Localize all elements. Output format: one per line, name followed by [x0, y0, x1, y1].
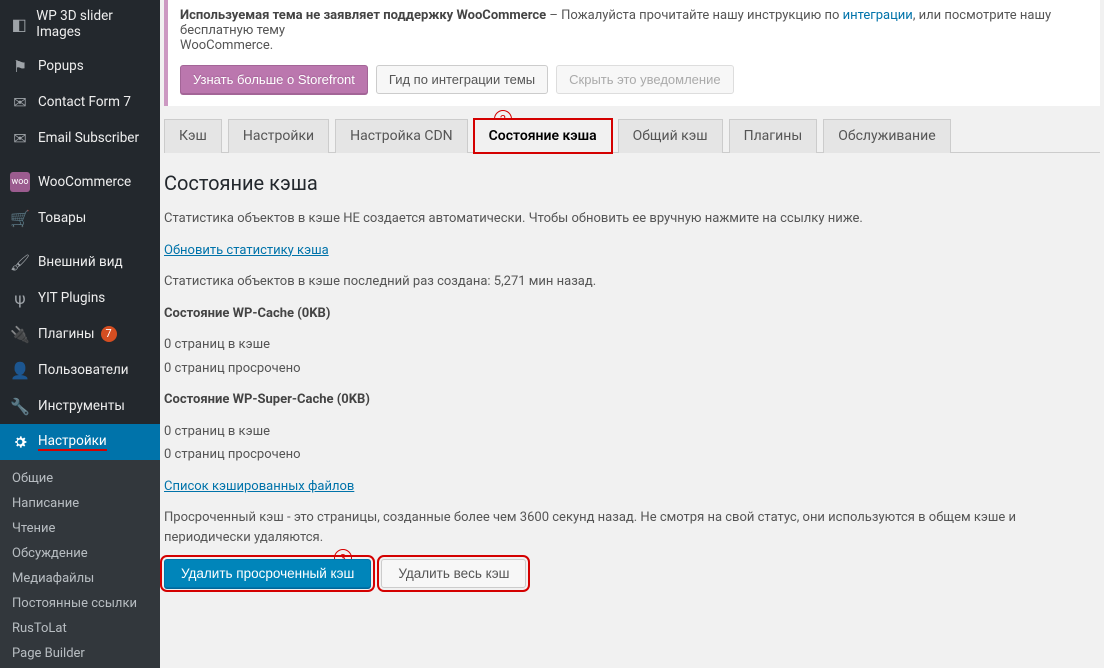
- expired-cache-info: Просроченный кэш - это страницы, созданн…: [164, 508, 1100, 547]
- sidebar-item-popups[interactable]: ⚑ Popups: [0, 48, 160, 84]
- submenu-rustolat[interactable]: RusToLat: [0, 616, 160, 641]
- wp-cache-pages: 0 страниц в кэше: [164, 335, 1100, 355]
- sidebar-item-yit[interactable]: ψ YIT Plugins: [0, 280, 160, 316]
- sidebar-item-label: Пользователи: [38, 362, 129, 378]
- sidebar-item-label: WP 3D slider Images: [36, 8, 150, 40]
- sidebar-item-emailsub[interactable]: ✉ Email Subscriber: [0, 120, 160, 156]
- sidebar-item-label: Contact Form 7: [38, 94, 131, 110]
- tab-settings[interactable]: Настройки: [228, 119, 329, 153]
- action-buttons: Удалить просроченный кэш Удалить весь кэ…: [164, 559, 1100, 588]
- dismiss-notice-button[interactable]: Скрыть это уведомление: [556, 65, 733, 94]
- submenu-media[interactable]: Медиафайлы: [0, 566, 160, 591]
- update-stats-link[interactable]: Обновить статистику кэша: [164, 243, 329, 258]
- sidebar-item-label: Плагины: [38, 326, 95, 342]
- delete-all-cache-button[interactable]: Удалить весь кэш: [381, 559, 526, 588]
- user-icon: 👤: [10, 360, 30, 380]
- storefront-button[interactable]: Узнать больше о Storefront: [180, 65, 368, 94]
- notice-text: – Пожалуйста прочитайте нашу инструкцию …: [546, 8, 842, 23]
- sidebar-item-label: WooCommerce: [38, 174, 131, 190]
- integration-link[interactable]: интеграции: [843, 8, 913, 23]
- notice-message: Используемая тема не заявляет поддержку …: [180, 0, 1088, 61]
- tab-shared-cache[interactable]: Общий кэш: [618, 119, 723, 153]
- sidebar-item-label: YIT Plugins: [38, 290, 105, 306]
- submenu-reading[interactable]: Чтение: [0, 516, 160, 541]
- sidebar-item-woocommerce[interactable]: woo WooCommerce: [0, 164, 160, 200]
- gear-icon: [10, 432, 30, 452]
- admin-sidebar: ◧ WP 3D slider Images ⚑ Popups ✉ Contact…: [0, 0, 160, 668]
- sidebar-item-contactform[interactable]: ✉ Contact Form 7: [0, 84, 160, 120]
- slider-icon: ◧: [10, 14, 28, 34]
- current-arrow-icon: [152, 434, 160, 450]
- sidebar-item-products[interactable]: 🛒 Товары: [0, 200, 160, 236]
- sidebar-item-label: Товары: [38, 210, 86, 226]
- envelope-icon: ✉: [10, 128, 30, 148]
- submenu-pagebuilder[interactable]: Page Builder: [0, 641, 160, 666]
- notice-buttons: Узнать больше о Storefront Гид по интегр…: [180, 65, 1088, 94]
- settings-submenu: Общие Написание Чтение Обсуждение Медиаф…: [0, 460, 160, 668]
- sidebar-item-label: Popups: [38, 58, 84, 74]
- stats-info-text: Статистика объектов в кэше НЕ создается …: [164, 209, 1100, 229]
- sidebar-item-label: Настройки: [38, 433, 107, 451]
- plugins-count-badge: 7: [101, 326, 117, 342]
- sidebar-item-plugins[interactable]: 🔌 Плагины 7: [0, 316, 160, 352]
- woo-icon: woo: [10, 172, 30, 192]
- yit-icon: ψ: [10, 288, 30, 308]
- sidebar-item-label: Внешний вид: [38, 254, 123, 270]
- sidebar-item-settings[interactable]: Настройки: [0, 424, 160, 460]
- cache-tabs: Кэш Настройки Настройка CDN Состояние кэ…: [164, 118, 1100, 153]
- sidebar-item-label: Email Subscriber: [38, 130, 139, 146]
- submenu-general[interactable]: Общие: [0, 466, 160, 491]
- integration-guide-button[interactable]: Гид по интеграции темы: [376, 65, 548, 94]
- wp-cache-expired: 0 страниц просрочено: [164, 359, 1100, 379]
- sidebar-item-label: Инструменты: [38, 398, 125, 414]
- wp-super-cache-state-heading: Состояние WP-Super-Cache (0KB): [164, 392, 370, 407]
- tab-plugins[interactable]: Плагины: [729, 119, 818, 153]
- tab-cdn[interactable]: Настройка CDN: [335, 119, 468, 153]
- notice-strong: Используемая тема не заявляет поддержку …: [180, 8, 546, 23]
- tab-cache[interactable]: Кэш: [164, 119, 222, 153]
- wp-cache-state-heading: Состояние WP-Cache (0KB): [164, 306, 330, 321]
- submenu-discussion[interactable]: Обсуждение: [0, 541, 160, 566]
- cart-icon: 🛒: [10, 208, 30, 228]
- super-cache-pages: 0 страниц в кэше: [164, 422, 1100, 442]
- plug-icon: 🔌: [10, 324, 30, 344]
- submenu-permalinks[interactable]: Постоянные ссылки: [0, 591, 160, 616]
- sidebar-item-users[interactable]: 👤 Пользователи: [0, 352, 160, 388]
- notice-line2: WooCommerce.: [180, 38, 273, 53]
- stats-age-text: Статистика объектов в кэше последний раз…: [164, 272, 1100, 292]
- sidebar-item-appearance[interactable]: 🖌 Внешний вид: [0, 244, 160, 280]
- page-heading: Состояние кэша: [164, 171, 1100, 195]
- tab-cache-state[interactable]: Состояние кэша: [474, 119, 612, 153]
- sidebar-item-tools[interactable]: 🔧 Инструменты: [0, 388, 160, 424]
- tab-maintenance[interactable]: Обслуживание: [823, 119, 950, 153]
- woocommerce-notice: Используемая тема не заявляет поддержку …: [164, 0, 1100, 106]
- submenu-writing[interactable]: Написание: [0, 491, 160, 516]
- cached-files-list-link[interactable]: Список кэшированных файлов: [164, 479, 354, 494]
- envelope-icon: ✉: [10, 92, 30, 112]
- main-content: Используемая тема не заявляет поддержку …: [160, 0, 1104, 668]
- flag-icon: ⚑: [10, 56, 30, 76]
- brush-icon: 🖌: [10, 252, 30, 272]
- super-cache-expired: 0 страниц просрочено: [164, 445, 1100, 465]
- delete-expired-cache-button[interactable]: Удалить просроченный кэш: [164, 559, 371, 588]
- wrench-icon: 🔧: [10, 396, 30, 416]
- cache-content: Состояние кэша Статистика объектов в кэш…: [164, 153, 1100, 588]
- sidebar-item-wp3d[interactable]: ◧ WP 3D slider Images: [0, 0, 160, 48]
